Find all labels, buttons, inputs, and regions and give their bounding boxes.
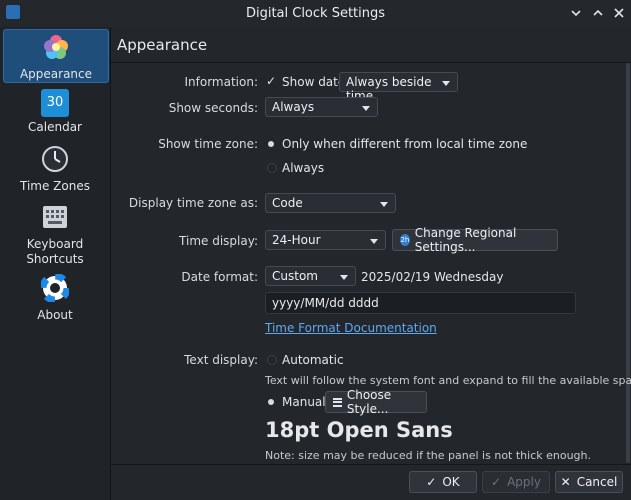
choose-style-button[interactable]: Choose Style... [325,388,427,416]
header-divider [111,62,631,63]
combo-value: Code [272,196,303,210]
calendar-icon: 30 [41,89,69,117]
text-display-label: Text display: [184,353,258,367]
time-format-documentation-link[interactable]: Time Format Documentation [265,321,437,335]
menu-icon [333,397,342,407]
button-label: Choose Style... [346,388,392,416]
sidebar-item-label: Keyboard Shortcuts [26,237,84,266]
chevron-down-icon [571,10,581,17]
ok-button[interactable]: ✓ OK [409,471,477,493]
lifebuoy-icon [39,272,71,304]
window-title: Digital Clock Settings [245,6,386,21]
sidebar-item-label: Appearance [19,67,93,81]
time-zone-radio-different[interactable] [268,141,274,147]
close-button[interactable] [610,4,628,22]
button-label: OK [442,475,460,489]
close-icon: ✕ [560,475,571,489]
calendar-day: 30 [46,95,64,110]
sidebar: Appearance 30 Calendar Time Zones Keyboa… [0,27,111,500]
scrollbar[interactable] [626,63,630,463]
sidebar-item-time-zones[interactable]: Time Zones [3,145,107,193]
chevron-down-icon [442,81,450,86]
chevron-down-icon [370,239,378,244]
date-format-combo[interactable]: Custom [265,266,356,286]
apply-button[interactable]: ✓ Apply [482,471,550,493]
minimize-button[interactable] [567,4,585,22]
check-icon: ✓ [426,475,437,489]
font-preview: 18pt Open Sans [265,418,453,442]
size-note: Note: size may be reduced if the panel i… [265,449,592,462]
information-label: Information: [184,75,258,89]
footer-divider [111,464,631,465]
chevron-down-icon [340,275,348,280]
show-date-label: Show date [282,75,346,89]
text-display-option-manual: Manual [282,395,326,409]
content-panel: Appearance Information: ✓ Show date Alwa… [111,27,631,500]
combo-value: Custom [272,269,318,283]
show-seconds-label: Show seconds: [168,101,258,115]
date-position-combo[interactable]: Always beside time [339,72,458,103]
check-icon: ✓ [491,475,502,489]
button-label: Cancel [576,475,618,489]
time-zone-radio-always[interactable] [267,163,277,173]
sidebar-item-about[interactable]: About [3,272,107,322]
title-bar: Digital Clock Settings [0,0,631,28]
show-date-checkbox[interactable]: ✓ [266,74,276,88]
sidebar-item-label: About [37,308,73,322]
chevron-up-icon [593,9,603,16]
time-display-label: Time display: [179,234,258,248]
keyboard-icon [43,206,67,228]
sidebar-item-calendar[interactable]: 30 Calendar [3,89,107,134]
button-label: Change Regional Settings... [414,226,517,254]
date-format-pattern-field[interactable]: yyyy/MM/dd dddd [265,292,576,314]
sidebar-item-label: Calendar [28,120,82,134]
button-label: Apply [507,475,541,489]
time-zone-option-different: Only when different from local time zone [282,137,528,151]
clock-icon [42,146,68,172]
display-time-zone-combo[interactable]: Code [265,193,396,213]
combo-value: Always [272,100,315,114]
sidebar-item-label: Time Zones [20,179,90,193]
chevron-down-icon [362,106,370,111]
sidebar-item-appearance[interactable]: Appearance [3,29,109,83]
time-zone-option-always: Always [282,161,325,175]
regional-settings-icon: 2h [400,234,410,246]
maximize-button[interactable] [589,4,607,22]
text-display-option-automatic: Automatic [282,353,344,367]
show-seconds-combo[interactable]: Always [265,97,378,117]
appearance-icon [44,35,68,59]
time-display-combo[interactable]: 24-Hour [265,230,386,250]
change-regional-settings-button[interactable]: 2h Change Regional Settings... [392,226,558,254]
cancel-button[interactable]: ✕ Cancel [555,471,623,493]
text-display-radio-automatic[interactable] [267,355,277,365]
date-preview: 2025/02/19 Wednesday [361,270,504,284]
date-format-label: Date format: [181,270,258,284]
sidebar-item-keyboard-shortcuts[interactable]: Keyboard Shortcuts [3,203,107,267]
combo-value: 24-Hour [272,233,321,247]
display-time-zone-label: Display time zone as: [128,196,258,210]
page-title: Appearance [117,36,208,54]
close-icon [614,8,624,18]
automatic-note: Text will follow the system font and exp… [265,374,631,387]
chevron-down-icon [380,202,388,207]
text-display-radio-manual[interactable] [268,399,274,405]
show-time-zone-label: Show time zone: [158,137,258,151]
